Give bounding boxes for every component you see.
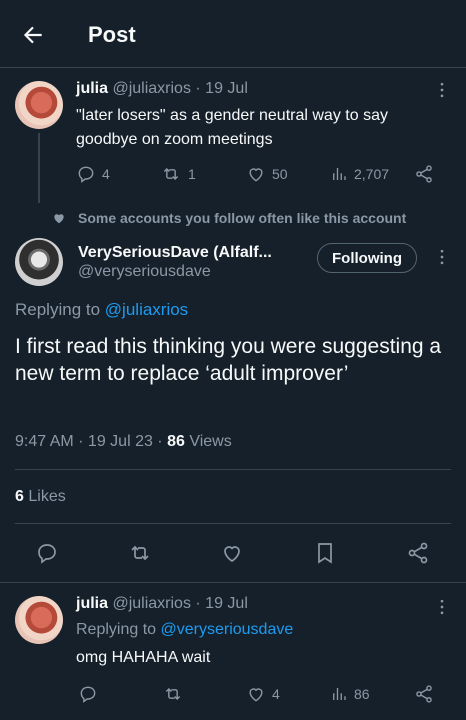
tweet-author-line: julia @juliaxrios · 19 Jul: [76, 595, 248, 613]
likes-stat[interactable]: 6 Likes: [15, 488, 66, 506]
like-button[interactable]: 4: [246, 684, 280, 704]
author-handle[interactable]: @juliaxrios: [112, 80, 190, 97]
tweet-author-line: julia @juliaxrios · 19 Jul: [76, 80, 248, 98]
tweet-timestamp: 9:47 AM · 19 Jul 23 · 86 Views: [15, 433, 232, 451]
more-icon[interactable]: [432, 247, 452, 267]
bookmark-icon[interactable]: [313, 541, 337, 565]
share-icon[interactable]: [414, 164, 434, 184]
page-title: Post: [88, 22, 136, 47]
social-context: Some accounts you follow often like this…: [78, 210, 407, 226]
divider: [15, 523, 451, 524]
author-handle[interactable]: @juliaxrios: [112, 595, 190, 612]
avatar[interactable]: [15, 238, 63, 286]
replying-prefix: Replying to: [15, 300, 101, 319]
repost-icon: [160, 164, 182, 184]
tweet-time[interactable]: · 19 Jul: [195, 80, 247, 97]
avatar[interactable]: [15, 596, 63, 644]
repost-icon[interactable]: [162, 684, 184, 704]
views-count: 2,707: [354, 166, 390, 182]
author-handle[interactable]: @veryseriousdave: [78, 263, 211, 281]
replying-handle[interactable]: @veryseriousdave: [161, 621, 294, 638]
like-icon[interactable]: [220, 541, 244, 565]
reply-count: 4: [102, 166, 110, 182]
views-button[interactable]: 86: [330, 684, 370, 704]
views-count: 86: [167, 433, 185, 450]
likes-count: 6: [15, 488, 24, 505]
author-name[interactable]: VerySeriousDave (Alfalf...: [78, 244, 272, 262]
likes-label: Likes: [28, 488, 66, 505]
more-icon[interactable]: [432, 80, 452, 100]
views-icon: [330, 164, 348, 184]
views-count: 86: [354, 686, 370, 702]
share-icon[interactable]: [414, 684, 434, 704]
like-icon: [246, 164, 266, 184]
like-icon: [246, 684, 266, 704]
reply-button[interactable]: 4: [76, 164, 110, 184]
like-button[interactable]: 50: [246, 164, 288, 184]
more-icon[interactable]: [432, 597, 452, 617]
reply-icon[interactable]: [78, 684, 98, 704]
divider: [15, 469, 451, 470]
tweet-time[interactable]: · 19 Jul: [195, 595, 247, 612]
reply-icon[interactable]: [35, 541, 59, 565]
repost-icon[interactable]: [127, 541, 153, 565]
like-count: 50: [272, 166, 288, 182]
tweet-text: "later losers" as a gender neutral way t…: [76, 107, 388, 148]
following-button[interactable]: Following: [317, 243, 417, 273]
replying-to: Replying to @juliaxrios: [15, 300, 188, 320]
views-label: Views: [189, 433, 232, 450]
like-count: 4: [272, 686, 280, 702]
author-name[interactable]: julia: [76, 595, 108, 612]
share-icon[interactable]: [406, 541, 430, 565]
reply-icon: [76, 164, 96, 184]
tweet-text: I first read this thinking you were sugg…: [15, 335, 442, 385]
views-icon: [330, 684, 348, 704]
repost-count: 1: [188, 166, 196, 182]
thread-line: [38, 133, 40, 203]
replying-handle[interactable]: @juliaxrios: [105, 300, 188, 319]
avatar[interactable]: [15, 81, 63, 129]
tweet-text: omg HAHAHA wait: [76, 649, 211, 666]
timestamp-text[interactable]: 9:47 AM · 19 Jul 23 ·: [15, 433, 163, 450]
views-button[interactable]: 2,707: [330, 164, 389, 184]
replying-prefix: Replying to: [76, 621, 157, 638]
divider: [0, 582, 466, 583]
top-bar: Post: [0, 0, 466, 68]
heart-small-icon: [52, 211, 66, 225]
replying-to: Replying to @veryseriousdave: [76, 621, 293, 639]
back-arrow-icon[interactable]: [20, 22, 46, 48]
repost-button[interactable]: 1: [160, 164, 196, 184]
author-name[interactable]: julia: [76, 80, 108, 97]
